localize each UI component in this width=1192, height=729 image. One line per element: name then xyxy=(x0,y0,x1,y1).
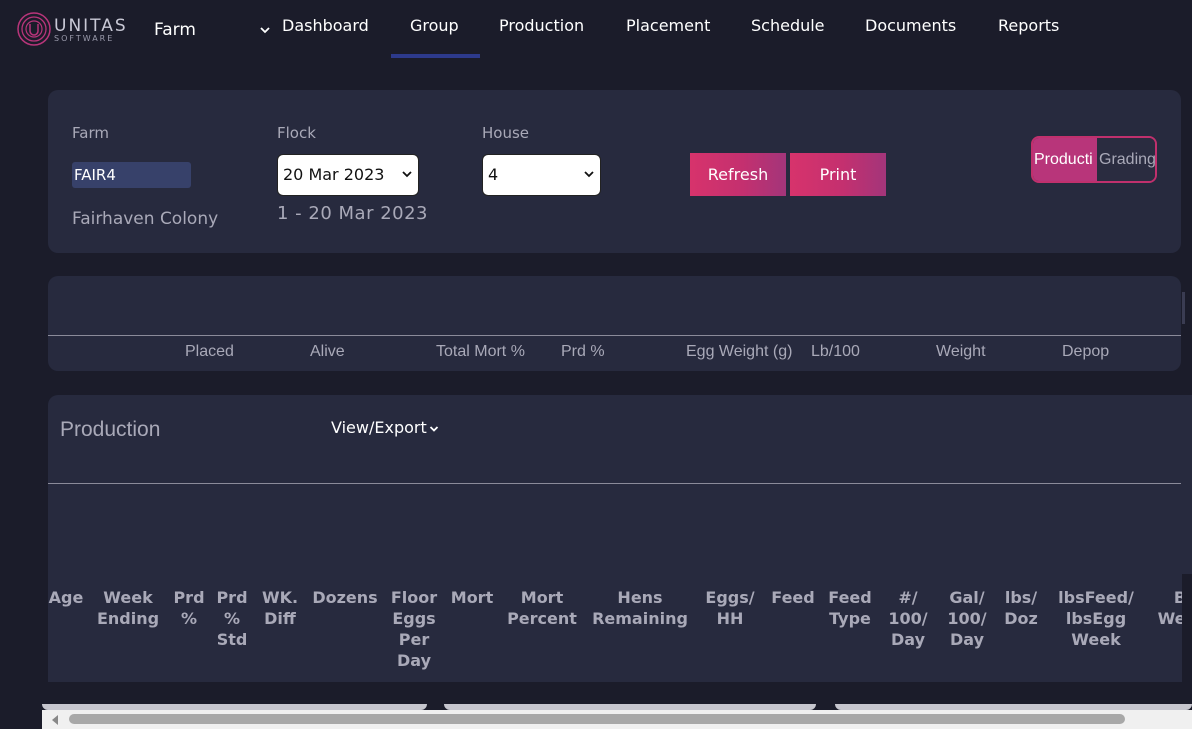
chevron-down-icon xyxy=(402,171,412,178)
scroll-left-arrow-icon[interactable] xyxy=(52,715,58,725)
column-header-line: Eggs xyxy=(392,609,436,628)
view-export-label: View/Export xyxy=(331,418,427,437)
chevron-down-icon xyxy=(584,171,594,178)
column-header-line: Diff xyxy=(264,609,296,628)
nav-placement[interactable]: Placement xyxy=(626,16,710,35)
scroll-shade xyxy=(444,704,816,710)
nav-dashboard[interactable]: Dashboard xyxy=(282,16,369,35)
print-button[interactable]: Print xyxy=(790,153,886,196)
toggle-grading[interactable]: Grading xyxy=(1097,138,1155,181)
toggle-production[interactable]: Producti xyxy=(1033,138,1097,181)
chevron-down-icon[interactable] xyxy=(259,24,271,36)
refresh-button[interactable]: Refresh xyxy=(690,153,786,196)
top-nav: UNITAS SOFTWARE Farm Dashboard Group Pro… xyxy=(0,0,1192,58)
flock-label: Flock xyxy=(277,124,316,142)
column-header-line: Week xyxy=(1071,630,1121,649)
view-toggle: Producti Grading xyxy=(1031,136,1157,183)
flock-date-range: 1 - 20 Mar 2023 xyxy=(277,203,429,224)
brand-name: UNITAS xyxy=(54,16,128,36)
nav-group[interactable]: Group xyxy=(410,16,459,35)
production-divider xyxy=(48,483,1181,484)
farm-name: Fairhaven Colony xyxy=(72,209,219,229)
farm-label: Farm xyxy=(72,124,109,142)
page-edge xyxy=(1182,574,1192,682)
nav-schedule[interactable]: Schedule xyxy=(751,16,825,35)
scroll-shade xyxy=(42,704,427,710)
summary-header-placed: Placed xyxy=(185,343,234,360)
horizontal-scrollbar[interactable] xyxy=(42,704,1192,729)
view-export-dropdown[interactable]: View/Export xyxy=(331,418,439,437)
summary-divider xyxy=(48,335,1181,336)
summary-header-total-mort: Total Mort % xyxy=(436,343,525,360)
house-select-value: 4 xyxy=(488,165,499,184)
summary-header-alive: Alive xyxy=(310,343,345,360)
flock-select[interactable]: 20 Mar 2023 xyxy=(277,154,419,196)
column-header-line: Day xyxy=(949,630,984,649)
column-header-line: Day xyxy=(396,651,431,670)
unitas-logo-icon[interactable] xyxy=(16,11,52,47)
nav-reports[interactable]: Reports xyxy=(998,16,1059,35)
nav-production[interactable]: Production xyxy=(499,16,584,35)
brand-tagline: SOFTWARE xyxy=(54,34,115,43)
chevron-down-icon xyxy=(429,425,438,432)
scrollbar-thumb[interactable] xyxy=(69,714,1125,724)
nav-farm-dropdown[interactable]: Farm xyxy=(154,20,196,40)
nav-documents[interactable]: Documents xyxy=(865,16,956,35)
summary-header-lb100: Lb/100 xyxy=(811,343,860,360)
summary-header-weight: Weight xyxy=(936,343,986,360)
summary-header-prd: Prd % xyxy=(561,343,605,360)
farm-input[interactable]: FAIR4 xyxy=(72,162,191,188)
flock-select-value: 20 Mar 2023 xyxy=(283,165,385,184)
house-label: House xyxy=(482,124,530,142)
active-tab-indicator xyxy=(391,54,480,58)
column-header-line: HH xyxy=(716,609,744,628)
column-header-line: Per xyxy=(398,630,430,649)
column-header-line: Std xyxy=(216,630,248,649)
scroll-shade xyxy=(835,704,1192,710)
summary-scroll-handle[interactable] xyxy=(1182,292,1185,324)
summary-header-egg-weight: Egg Weight (g) xyxy=(686,343,793,360)
summary-header-depop: Depop xyxy=(1062,343,1110,360)
house-select[interactable]: 4 xyxy=(482,154,601,196)
production-title: Production xyxy=(60,418,161,441)
